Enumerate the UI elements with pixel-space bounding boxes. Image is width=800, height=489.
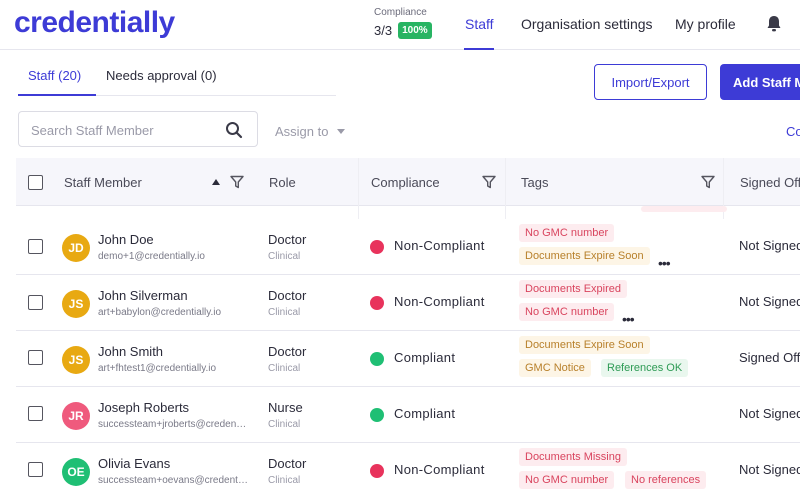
tag: References OK: [601, 359, 689, 377]
header-staff-member[interactable]: Staff Member: [64, 175, 142, 190]
nav-my-profile[interactable]: My profile: [675, 16, 736, 32]
app-logo[interactable]: credentially: [14, 6, 175, 40]
signed-off-status: Not Signed Off: [739, 462, 800, 477]
signed-off-status: Not Signed Off: [739, 406, 800, 421]
staff-name[interactable]: Joseph Roberts: [98, 400, 189, 415]
bell-icon[interactable]: [764, 14, 784, 34]
staff-email: successteam+jroberts@credentially.io: [98, 419, 248, 430]
filter-icon[interactable]: [701, 175, 715, 189]
tag-partial: [641, 206, 727, 212]
status-indicator: [370, 240, 384, 254]
status-indicator: [370, 296, 384, 310]
more-icon[interactable]: •••: [658, 255, 671, 271]
header-role[interactable]: Role: [269, 175, 296, 190]
tag: GMC Notice: [519, 359, 591, 377]
staff-role: Nurse: [268, 400, 303, 415]
columns-link[interactable]: Columns: [786, 124, 800, 139]
top-bar: credentially Compliance 3/3 100% Staff O…: [0, 0, 800, 50]
staff-name[interactable]: John Smith: [98, 344, 163, 359]
select-all-checkbox[interactable]: [28, 175, 43, 190]
compliance-status: Compliant: [394, 406, 456, 421]
tag: No GMC number: [519, 303, 615, 321]
compliance-summary[interactable]: Compliance 3/3 100%: [374, 7, 432, 39]
assign-to-dropdown[interactable]: Assign to: [275, 124, 328, 139]
filter-icon[interactable]: [230, 175, 244, 189]
tag: Documents Expired: [519, 280, 627, 298]
compliance-badge: 100%: [398, 22, 432, 39]
table-row[interactable]: JR Joseph Roberts successteam+jroberts@c…: [16, 387, 800, 443]
tab-needs-approval[interactable]: Needs approval (0): [106, 68, 217, 83]
table-row[interactable]: JS John Silverman art+babylon@credential…: [16, 275, 800, 331]
avatar: OE: [62, 458, 90, 486]
staff-name[interactable]: John Silverman: [98, 288, 188, 303]
tag: Documents Missing: [519, 448, 627, 466]
status-indicator: [370, 352, 384, 366]
avatar: JS: [62, 290, 90, 318]
staff-role-type: Clinical: [268, 307, 301, 318]
tag: No GMC number: [519, 224, 615, 242]
tag: No GMC number: [519, 471, 615, 489]
add-staff-member-button[interactable]: Add Staff Member: [720, 64, 800, 100]
compliance-count: 3/3: [374, 23, 393, 38]
table-header: Staff Member Role Compliance Tags Signed…: [16, 158, 800, 206]
compliance-status: Non-Compliant: [394, 294, 485, 309]
header-tags[interactable]: Tags: [521, 175, 548, 190]
compliance-status: Non-Compliant: [394, 462, 485, 477]
table-row[interactable]: JS John Smith art+fhtest1@credentially.i…: [16, 331, 800, 387]
staff-role: Doctor: [268, 288, 307, 303]
table-row[interactable]: JD John Doe demo+1@credentially.io Docto…: [16, 219, 800, 275]
nav-staff[interactable]: Staff: [465, 16, 494, 32]
avatar: JS: [62, 346, 90, 374]
header-compliance[interactable]: Compliance: [371, 175, 440, 190]
row-checkbox[interactable]: [28, 350, 43, 365]
staff-role-type: Clinical: [268, 363, 301, 374]
status-indicator: [370, 408, 384, 422]
staff-role: Doctor: [268, 456, 307, 471]
staff-email: successteam+oevans@credentially.io: [98, 475, 248, 486]
staff-role-type: Clinical: [268, 419, 301, 430]
staff-role: Doctor: [268, 344, 307, 359]
header-signed-off[interactable]: Signed Off: [740, 175, 800, 190]
staff-email: art+fhtest1@credentially.io: [98, 363, 217, 374]
filter-icon[interactable]: [482, 175, 496, 189]
nav-organisation-settings[interactable]: Organisation settings: [521, 16, 653, 32]
tab-staff[interactable]: Staff (20): [28, 68, 81, 83]
table-row[interactable]: OE Olivia Evans successteam+oevans@crede…: [16, 443, 800, 489]
table-row-partial: [16, 206, 800, 220]
signed-off-status: Not Signed Off: [739, 294, 800, 309]
compliance-label: Compliance: [374, 7, 427, 18]
row-checkbox[interactable]: [28, 462, 43, 477]
signed-off-status: Signed Off: [739, 350, 800, 365]
avatar: JR: [62, 402, 90, 430]
staff-role: Doctor: [268, 232, 307, 247]
avatar: JD: [62, 234, 90, 262]
tag: Documents Expire Soon: [519, 247, 650, 265]
staff-role-type: Clinical: [268, 475, 301, 486]
search-box: [18, 111, 258, 147]
staff-name[interactable]: Olivia Evans: [98, 456, 170, 471]
compliance-status: Compliant: [394, 350, 456, 365]
chevron-down-icon[interactable]: [337, 129, 345, 134]
tab-active-indicator: [18, 94, 96, 96]
tag: No references: [625, 471, 707, 489]
staff-role-type: Clinical: [268, 251, 301, 262]
row-checkbox[interactable]: [28, 239, 43, 254]
import-export-button[interactable]: Import/Export: [594, 64, 707, 100]
staff-name[interactable]: John Doe: [98, 232, 154, 247]
row-checkbox[interactable]: [28, 406, 43, 421]
more-icon[interactable]: •••: [622, 311, 635, 327]
search-input[interactable]: [31, 120, 221, 140]
row-checkbox[interactable]: [28, 295, 43, 310]
tag: Documents Expire Soon: [519, 336, 650, 354]
nav-active-indicator: [464, 48, 494, 50]
staff-email: art+babylon@credentially.io: [98, 307, 222, 318]
staff-email: demo+1@credentially.io: [98, 251, 205, 262]
sort-ascending-icon[interactable]: [212, 179, 220, 185]
signed-off-status: Not Signed Off: [739, 238, 800, 253]
compliance-status: Non-Compliant: [394, 238, 485, 253]
status-indicator: [370, 464, 384, 478]
search-icon[interactable]: [224, 120, 244, 140]
